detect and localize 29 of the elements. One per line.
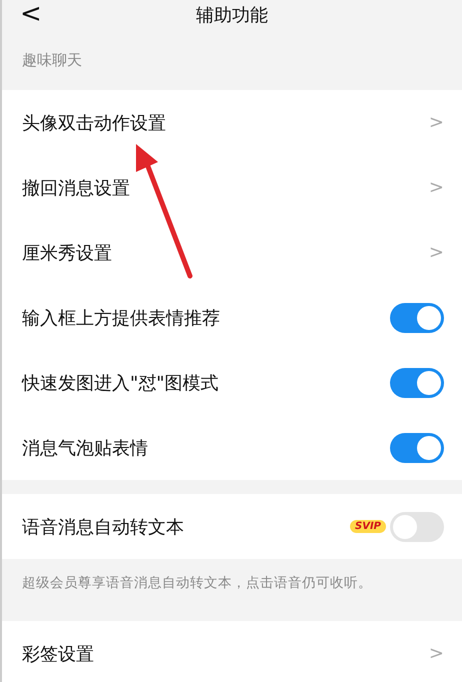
chevron-icon: > — [428, 242, 444, 263]
row-label: 彩签设置 — [22, 642, 94, 666]
toggle-switch[interactable] — [390, 512, 444, 542]
toggle-switch[interactable] — [390, 302, 444, 332]
row-label: 快速发图进入"怼"图模式 — [22, 372, 219, 394]
settings-row[interactable]: 厘米秀设置 > — [2, 220, 462, 285]
settings-row[interactable]: 消息气泡贴表情 — [2, 415, 462, 480]
hint-text: 超级会员尊享语音消息自动转文本，点击语音仍可收听。 — [21, 574, 373, 593]
chevron-icon: > — [428, 112, 444, 133]
toggle-switch[interactable] — [390, 432, 444, 462]
toggle-switch[interactable] — [390, 368, 444, 398]
row-label: 输入框上方提供表情推荐 — [22, 306, 220, 330]
settings-row[interactable]: 语音消息自动转文本 SVIP — [2, 494, 462, 559]
settings-row[interactable]: 快速发图进入"怼"图模式 — [2, 350, 462, 415]
svip-badge: SVIP — [350, 520, 386, 533]
settings-row[interactable]: 撤回消息设置 > — [2, 155, 462, 220]
settings-row[interactable]: 彩签设置 > — [2, 621, 462, 682]
row-label: 语音消息自动转文本 — [22, 516, 184, 538]
row-label: 厘米秀设置 — [22, 242, 112, 264]
row-label: 消息气泡贴表情 — [22, 436, 148, 460]
chevron-icon: > — [428, 177, 444, 198]
settings-row[interactable]: 输入框上方提供表情推荐 — [2, 285, 462, 350]
page-title: 辅助功能 — [196, 4, 268, 27]
section-label: 趣味聊天 — [21, 50, 83, 70]
settings-row[interactable]: 头像双击动作设置 > — [2, 90, 462, 155]
row-label: 头像双击动作设置 — [22, 112, 166, 134]
chevron-icon: > — [428, 643, 444, 664]
back-button[interactable]: < — [16, 0, 46, 28]
row-label: 撤回消息设置 — [22, 176, 130, 200]
